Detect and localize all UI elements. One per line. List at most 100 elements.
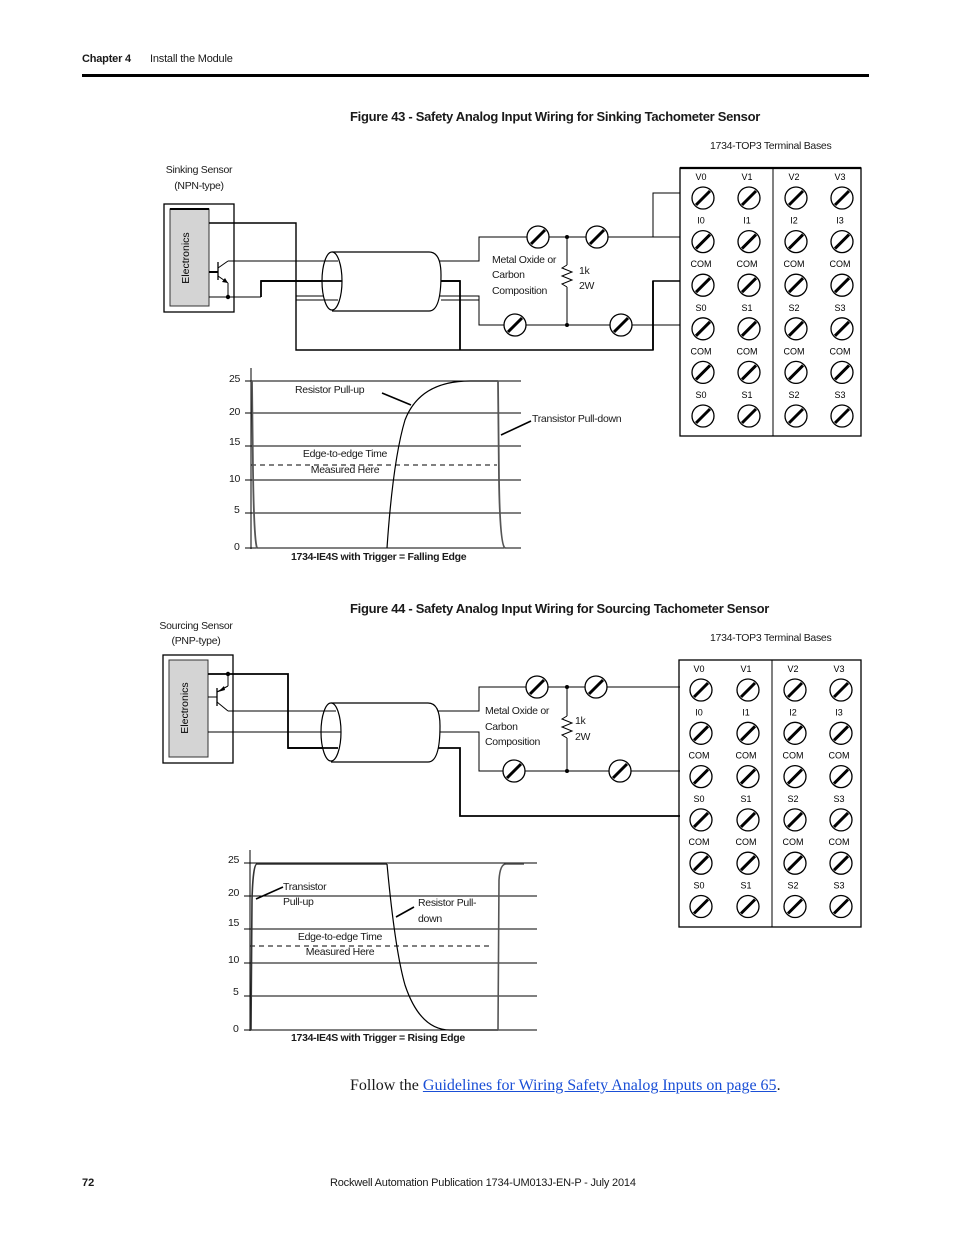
terminal-screw-icon bbox=[829, 764, 853, 789]
terminal-screw-icon bbox=[691, 404, 715, 428]
terminal-label: I2 bbox=[790, 216, 798, 226]
terminal-label: S1 bbox=[741, 303, 752, 313]
fig43-resistor-icon bbox=[560, 264, 574, 288]
fig44-terminal-grid: V0 V1 V2 V3 I0 I1 I2 I3 COM COM COM COM S0 S1 S2 S3 COM C… bbox=[689, 664, 853, 919]
terminal-label: S0 bbox=[695, 390, 706, 400]
terminal-screw-icon bbox=[829, 894, 853, 919]
terminal-screw-icon bbox=[737, 273, 761, 297]
fig44-trace-second-rise bbox=[497, 863, 524, 1031]
terminal-screw-icon bbox=[830, 186, 854, 210]
terminal-screw-icon bbox=[737, 229, 761, 254]
fig44-cable bbox=[208, 702, 479, 816]
fig44-trace-transistor-pullup bbox=[250, 863, 387, 1031]
terminal-screw-icon bbox=[736, 678, 760, 702]
terminal-screw-icon bbox=[689, 721, 713, 745]
terminal-screw-icon bbox=[736, 721, 760, 745]
terminal-screw-icon bbox=[691, 273, 715, 297]
terminal-label: S1 bbox=[740, 794, 751, 804]
terminal-screw-icon bbox=[783, 721, 807, 745]
terminal-label: V3 bbox=[834, 172, 845, 182]
terminal-label: COM bbox=[783, 751, 804, 761]
terminal-label: S3 bbox=[833, 794, 844, 804]
fig44-resistor-icon bbox=[560, 715, 574, 739]
terminal-screw-icon bbox=[784, 360, 808, 385]
fig44-electronics-label: Electronics bbox=[179, 682, 191, 733]
terminal-screw-icon bbox=[783, 808, 807, 832]
terminal-label: I1 bbox=[742, 707, 750, 717]
terminal-screw-icon bbox=[691, 229, 715, 254]
terminal-label: V0 bbox=[695, 172, 706, 182]
terminal-screw-icon bbox=[737, 186, 761, 210]
terminal-label: I0 bbox=[697, 216, 705, 226]
terminal-screw-icon bbox=[784, 229, 808, 254]
wiring-diagrams: Electronics V0 V1 V2 V3I0 I1 I2 I3COM CO… bbox=[162, 166, 862, 1031]
terminal-label: S2 bbox=[788, 390, 799, 400]
terminal-screw-icon bbox=[784, 273, 808, 297]
terminal-label: S1 bbox=[740, 881, 751, 891]
fig43-annotation-pointer bbox=[381, 392, 412, 406]
terminal-screw-icon bbox=[689, 764, 713, 789]
fig43-field-terminals bbox=[503, 225, 633, 337]
fig44-field-screw-icon bbox=[608, 759, 632, 783]
terminal-screw-icon bbox=[829, 808, 853, 832]
terminal-screw-icon bbox=[783, 851, 807, 875]
terminal-label: I1 bbox=[743, 216, 751, 226]
terminal-label: COM bbox=[691, 346, 712, 356]
terminal-screw-icon bbox=[737, 317, 761, 341]
terminal-screw-icon bbox=[784, 317, 808, 341]
fig44-annotation-pointer bbox=[395, 906, 415, 918]
terminal-screw-icon bbox=[689, 894, 713, 919]
terminal-screw-icon bbox=[736, 894, 760, 919]
terminal-label: V2 bbox=[787, 664, 798, 674]
terminal-screw-icon bbox=[736, 764, 760, 789]
terminal-label: COM bbox=[736, 751, 757, 761]
terminal-screw-icon bbox=[829, 721, 853, 745]
fig43-field-screw-icon bbox=[585, 225, 609, 249]
terminal-screw-icon bbox=[783, 894, 807, 919]
page-number: 72 bbox=[82, 1177, 95, 1189]
terminal-screw-icon bbox=[736, 851, 760, 875]
guidelines-link[interactable]: Guidelines for Wiring Safety Analog Inpu… bbox=[423, 1077, 777, 1094]
terminal-screw-icon bbox=[783, 678, 807, 702]
follow-text: Follow the Guidelines for Wiring Safety … bbox=[350, 1077, 781, 1095]
terminal-screw-icon bbox=[691, 360, 715, 385]
fig44-field-screw-icon bbox=[502, 759, 526, 783]
terminal-label: COM bbox=[737, 259, 758, 269]
fig44-annotation-pointer bbox=[255, 886, 284, 900]
fig43-field-screw-icon bbox=[609, 313, 633, 337]
fig43-field-screw-icon bbox=[503, 313, 527, 337]
terminal-label: V2 bbox=[788, 172, 799, 182]
terminal-label: COM bbox=[736, 837, 757, 847]
fig43-trace-transistor-pulldown bbox=[497, 380, 506, 549]
terminal-screw-icon bbox=[829, 851, 853, 875]
terminal-screw-icon bbox=[830, 273, 854, 297]
fig44-graph bbox=[244, 850, 537, 1031]
follow-suffix: . bbox=[776, 1077, 781, 1094]
terminal-label: COM bbox=[830, 346, 851, 356]
terminal-screw-icon bbox=[830, 404, 854, 428]
terminal-label: V3 bbox=[833, 664, 844, 674]
terminal-label: I3 bbox=[836, 216, 844, 226]
terminal-screw-icon bbox=[691, 186, 715, 210]
terminal-label: I0 bbox=[695, 707, 703, 717]
follow-prefix: Follow the bbox=[350, 1077, 423, 1094]
fig44-field-screw-icon bbox=[525, 675, 549, 699]
terminal-label: S0 bbox=[695, 303, 706, 313]
terminal-label: V0 bbox=[693, 664, 704, 674]
terminal-label: S3 bbox=[833, 881, 844, 891]
terminal-screw-icon bbox=[829, 678, 853, 702]
terminal-screw-icon bbox=[830, 317, 854, 341]
fig44-field-screw-icon bbox=[584, 675, 608, 699]
terminal-label: I3 bbox=[835, 707, 843, 717]
terminal-label: COM bbox=[691, 259, 712, 269]
terminal-label: S3 bbox=[834, 303, 845, 313]
terminal-label: S0 bbox=[693, 881, 704, 891]
terminal-screw-icon bbox=[783, 764, 807, 789]
terminal-label: COM bbox=[784, 259, 805, 269]
terminal-screw-icon bbox=[689, 808, 713, 832]
fig43-field-screw-icon bbox=[526, 225, 550, 249]
terminal-label: S2 bbox=[787, 881, 798, 891]
terminal-screw-icon bbox=[736, 808, 760, 832]
terminal-label: COM bbox=[737, 346, 758, 356]
terminal-label: COM bbox=[830, 259, 851, 269]
